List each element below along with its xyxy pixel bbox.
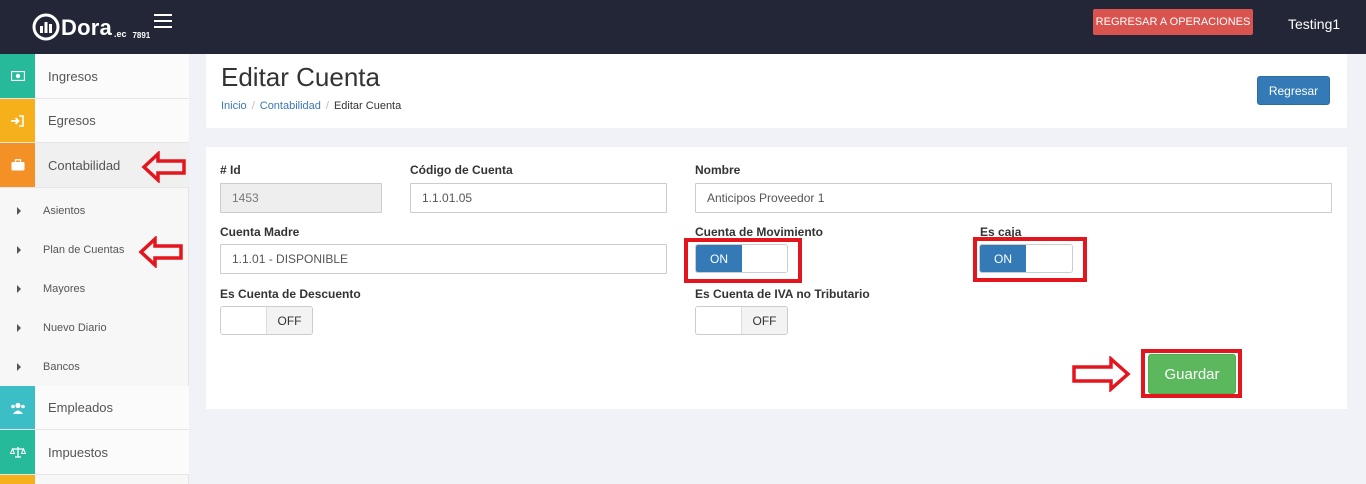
code-label: Código de Cuenta: [410, 163, 513, 177]
breadcrumb-current: Editar Cuenta: [333, 100, 402, 112]
sidebar-subitem-bancos[interactable]: Bancos: [0, 347, 189, 386]
page-title: Editar Cuenta: [221, 62, 380, 92]
sidebar-item-label: Contabilidad: [48, 157, 121, 173]
name-label: Nombre: [695, 163, 741, 177]
caret-right-icon: [17, 323, 21, 332]
sidebar-item-label: Egresos: [48, 113, 96, 128]
sidebar-item-egresos[interactable]: Egresos: [0, 99, 189, 143]
brand-name: Dora: [61, 15, 112, 40]
briefcase-icon: [0, 143, 35, 187]
sidebar-subitem-label: Asientos: [43, 204, 86, 217]
page-header: Editar Cuenta Inicio / Contabilidad / Ed…: [206, 54, 1347, 128]
discount-account-label: Es Cuenta de Descuento: [220, 287, 361, 301]
sidebar-subitem-label: Nuevo Diario: [43, 321, 107, 334]
caret-right-icon: [17, 284, 21, 293]
sidebar-item-impuestos[interactable]: Impuestos: [0, 430, 189, 475]
iva-account-label: Es Cuenta de IVA no Tributario: [695, 287, 870, 301]
caret-right-icon: [17, 362, 21, 371]
id-label: # Id: [220, 163, 241, 177]
sidebar: Ingresos Egresos Contabilidad Asientos P…: [0, 54, 189, 484]
sidebar-subitem-nuevo-diario[interactable]: Nuevo Diario: [0, 308, 189, 347]
toggle-off-state: OFF: [741, 307, 787, 334]
caret-right-icon: [17, 206, 21, 215]
user-menu[interactable]: Testing1: [1288, 16, 1340, 32]
save-button[interactable]: Guardar: [1148, 354, 1236, 394]
sidebar-item-next-stub: [0, 475, 35, 484]
discount-account-toggle[interactable]: OFF: [220, 306, 313, 335]
back-to-operations-button[interactable]: REGRESAR A OPERACIONES: [1093, 9, 1253, 35]
breadcrumb: Inicio / Contabilidad / Editar Cuenta: [221, 100, 401, 112]
sidebar-subitem-plan-de-cuentas[interactable]: Plan de Cuentas: [0, 230, 189, 269]
edit-account-form: # Id Código de Cuenta Nombre Cuenta Madr…: [206, 147, 1347, 409]
sidebar-subitem-asientos[interactable]: Asientos: [0, 191, 189, 230]
breadcrumb-contabilidad[interactable]: Contabilidad: [260, 100, 321, 112]
sign-in-icon: [0, 99, 35, 142]
logo[interactable]: Dora .ec 7891: [32, 13, 150, 41]
sidebar-item-ingresos[interactable]: Ingresos: [0, 54, 189, 99]
menu-toggle-icon[interactable]: [154, 14, 172, 28]
sidebar-item-label: Ingresos: [48, 68, 98, 84]
chart-logo-icon: [32, 13, 60, 41]
top-bar: Dora .ec 7891 REGRESAR A OPERACIONES Tes…: [0, 0, 1366, 54]
sidebar-item-label: Impuestos: [48, 444, 108, 460]
sidebar-subitem-mayores[interactable]: Mayores: [0, 269, 189, 308]
caret-right-icon: [17, 245, 21, 254]
sidebar-item-contabilidad[interactable]: Contabilidad: [0, 143, 189, 188]
sidebar-item-label: Empleados: [48, 400, 114, 415]
toggle-handle: [1026, 245, 1072, 272]
brand-tld: .ec: [113, 29, 127, 39]
sidebar-subitem-label: Mayores: [43, 282, 86, 295]
cash-account-label: Es caja: [980, 225, 1022, 239]
sidebar-subitem-label: Bancos: [43, 360, 80, 373]
code-field[interactable]: [410, 183, 667, 213]
toggle-on-state: ON: [696, 245, 742, 272]
iva-account-toggle[interactable]: OFF: [695, 306, 788, 335]
brand-code: 7891: [132, 31, 151, 40]
id-field[interactable]: [220, 183, 382, 213]
toggle-handle: [696, 307, 741, 334]
cash-account-toggle[interactable]: ON: [979, 244, 1073, 273]
toggle-handle: [742, 245, 787, 272]
breadcrumb-inicio[interactable]: Inicio: [221, 100, 247, 112]
parent-account-label: Cuenta Madre: [220, 225, 300, 239]
users-icon: [0, 386, 35, 429]
movement-account-toggle[interactable]: ON: [695, 244, 788, 273]
breadcrumb-separator: /: [325, 100, 329, 112]
sidebar-subitem-label: Plan de Cuentas: [43, 243, 125, 256]
toggle-off-state: OFF: [266, 307, 312, 334]
back-button[interactable]: Regresar: [1257, 76, 1330, 105]
sidebar-item-empleados[interactable]: Empleados: [0, 386, 189, 430]
parent-account-field[interactable]: [220, 244, 667, 274]
name-field[interactable]: [695, 183, 1332, 213]
movement-account-label: Cuenta de Movimiento: [695, 225, 824, 239]
breadcrumb-separator: /: [251, 100, 255, 112]
balance-scale-icon: [0, 430, 35, 474]
toggle-on-state: ON: [980, 245, 1026, 272]
toggle-handle: [221, 307, 266, 334]
money-icon: [0, 54, 35, 98]
